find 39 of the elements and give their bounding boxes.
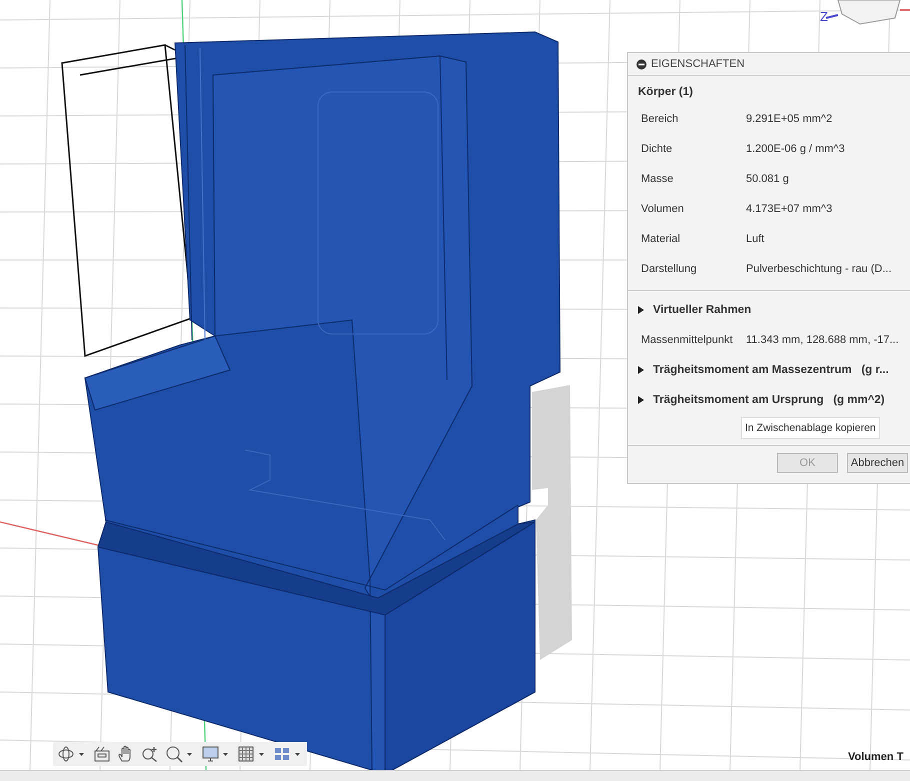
expand-arrow-icon[interactable] [638,366,644,374]
section-toggle[interactable]: Trägheitsmoment am Ursprung (g mm^2) [628,385,910,415]
property-label: Darstellung [641,263,698,275]
display-icon[interactable] [201,745,231,763]
property-label: Masse [641,173,674,185]
expand-arrow-icon[interactable] [638,396,644,404]
section-toggle[interactable]: Trägheitsmoment am Massezentrum (g r... [628,355,910,385]
property-value: 4.173E+07 mm^3 [746,203,832,215]
orbit-icon[interactable] [57,745,87,763]
section-toggle[interactable]: Virtueller Rahmen [628,295,910,325]
camera-icon[interactable] [93,745,111,763]
status-text: Volumen T [848,751,904,763]
expand-arrow-icon[interactable] [638,306,644,314]
dialog-button[interactable]: Abbrechen [847,453,908,473]
zoom-icon[interactable] [141,745,159,763]
property-label: Massenmittelpunkt [641,334,734,346]
grid-icon[interactable] [237,745,267,763]
property-label: Material [641,233,682,245]
section-heading: Körper (1) [637,85,694,100]
collapse-icon[interactable] [636,58,647,70]
property-label: Bereich [641,113,680,125]
property-value: 1.200E-06 g / mm^3 [746,143,845,155]
property-label: Dichte [641,143,674,155]
section-label: Trägheitsmoment am Massezentrum (g r... [653,364,889,376]
property-value: Pulverbeschichtung - rau (D... [746,263,892,275]
property-value: 50.081 g [746,173,789,185]
zoom-fit-icon[interactable] [165,745,195,763]
viewports-icon[interactable] [273,745,303,763]
panel-title: EIGENSCHAFTEN [651,58,745,70]
property-value: Luft [746,233,764,245]
axis-label: Z [820,10,828,24]
property-label: Volumen [641,203,685,215]
viewport-canvas[interactable] [0,0,910,770]
section-label: Trägheitsmoment am Ursprung (g mm^2) [653,394,885,406]
property-value: 11.343 mm, 128.688 mm, -17... [746,334,899,346]
panel-header[interactable]: EIGENSCHAFTEN [628,53,910,76]
copy-button[interactable]: In Zwischenablage kopieren [741,417,880,439]
property-value: 9.291E+05 mm^2 [746,113,832,125]
section-label: Virtueller Rahmen [653,304,752,316]
